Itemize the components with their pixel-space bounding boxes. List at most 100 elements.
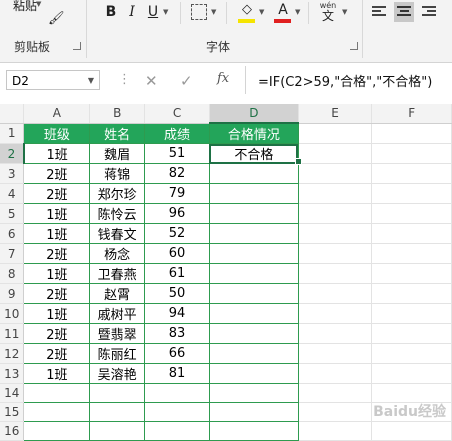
cell-b16[interactable] — [89, 421, 146, 441]
cell-f7[interactable] — [371, 243, 452, 264]
paste-dropdown-icon[interactable]: ▼ — [36, 0, 41, 8]
cell-a11[interactable]: 2班 — [23, 323, 91, 344]
cell-a7[interactable]: 2班 — [23, 243, 91, 264]
cell-a1[interactable]: 班级 — [23, 122, 91, 144]
cell-a14[interactable] — [23, 383, 91, 403]
cell-d10[interactable] — [208, 303, 299, 324]
cell-a12[interactable]: 2班 — [23, 343, 91, 364]
cell-c15[interactable] — [144, 402, 210, 422]
cell-e14[interactable] — [298, 383, 373, 403]
cell-c6[interactable]: 52 — [144, 223, 210, 244]
cell-c5[interactable]: 96 — [144, 203, 210, 224]
bold-button[interactable]: B — [104, 3, 118, 21]
cell-a6[interactable]: 1班 — [23, 223, 91, 244]
underline-dropdown-icon[interactable]: ▼ — [163, 8, 168, 16]
row-header[interactable]: 9 — [0, 283, 25, 304]
cell-f12[interactable] — [371, 343, 452, 364]
cell-f6[interactable] — [371, 223, 452, 244]
row-header[interactable]: 13 — [0, 363, 25, 384]
cell-c1[interactable]: 成绩 — [144, 122, 210, 144]
row-header[interactable]: 10 — [0, 303, 25, 324]
column-header-c[interactable]: C — [144, 104, 210, 124]
formula-input[interactable]: =IF(C2>59,"合格","不合格") — [258, 71, 432, 90]
row-header[interactable]: 2 — [0, 143, 25, 164]
row-header[interactable]: 16 — [0, 421, 25, 441]
chevron-down-icon[interactable]: ▼ — [88, 71, 94, 91]
spreadsheet-grid[interactable]: A B C D E F 1 班级 姓名 成绩 合格情况 2 1班 魏眉 51 不合格 3 2班 蒋锦 82 4 2班 郑尔珍… — [0, 104, 452, 441]
cell-d2[interactable]: 不合格 — [208, 143, 299, 164]
cell-a4[interactable]: 2班 — [23, 183, 91, 204]
cell-c2[interactable]: 51 — [144, 143, 210, 164]
cell-e7[interactable] — [298, 243, 373, 264]
row-header[interactable]: 14 — [0, 383, 25, 403]
row-header[interactable]: 12 — [0, 343, 25, 364]
cell-d12[interactable] — [208, 343, 299, 364]
cell-b9[interactable]: 赵霄 — [89, 283, 146, 304]
phonetic-button[interactable]: wén 文 — [318, 2, 338, 23]
fill-handle[interactable] — [295, 158, 302, 165]
cell-d14[interactable] — [208, 383, 299, 403]
cell-c7[interactable]: 60 — [144, 243, 210, 264]
cell-c13[interactable]: 81 — [144, 363, 210, 384]
font-launcher-icon[interactable] — [350, 42, 358, 50]
cell-f5[interactable] — [371, 203, 452, 224]
cell-a16[interactable] — [23, 421, 91, 441]
cell-a5[interactable]: 1班 — [23, 203, 91, 224]
row-header[interactable]: 1 — [0, 123, 25, 144]
row-header[interactable]: 11 — [0, 323, 25, 344]
cell-a10[interactable]: 1班 — [23, 303, 91, 324]
cell-e9[interactable] — [298, 283, 373, 304]
cell-f13[interactable] — [371, 363, 452, 384]
cell-b8[interactable]: 卫春燕 — [89, 263, 146, 284]
cell-f10[interactable] — [371, 303, 452, 324]
font-color-icon[interactable]: A — [275, 1, 291, 19]
cell-d16[interactable] — [208, 421, 299, 441]
cell-f8[interactable] — [371, 263, 452, 284]
cell-e6[interactable] — [298, 223, 373, 244]
cell-d7[interactable] — [208, 243, 299, 264]
cell-f14[interactable] — [371, 383, 452, 403]
cell-f4[interactable] — [371, 183, 452, 204]
cell-e11[interactable] — [298, 323, 373, 344]
cell-d11[interactable] — [208, 323, 299, 344]
column-header-b[interactable]: B — [89, 104, 146, 124]
cell-b7[interactable]: 杨念 — [89, 243, 146, 264]
name-box[interactable]: D2 ▼ — [6, 70, 100, 90]
format-painter-icon[interactable]: 🖌 — [48, 10, 65, 28]
cell-a15[interactable] — [23, 402, 91, 422]
row-header[interactable]: 5 — [0, 203, 25, 224]
cell-f9[interactable] — [371, 283, 452, 304]
cell-b5[interactable]: 陈怜云 — [89, 203, 146, 224]
cell-e5[interactable] — [298, 203, 373, 224]
row-header[interactable]: 15 — [0, 402, 25, 422]
cell-e12[interactable] — [298, 343, 373, 364]
cell-b6[interactable]: 钱春文 — [89, 223, 146, 244]
cancel-icon[interactable]: ✕ — [145, 72, 158, 90]
cell-a2[interactable]: 1班 — [23, 143, 91, 164]
cell-d6[interactable] — [208, 223, 299, 244]
cell-d13[interactable] — [208, 363, 299, 384]
clipboard-launcher-icon[interactable] — [73, 42, 81, 50]
align-left-icon[interactable] — [372, 4, 388, 20]
column-header-f[interactable]: F — [371, 104, 452, 124]
cell-d4[interactable] — [208, 183, 299, 204]
cell-c10[interactable]: 94 — [144, 303, 210, 324]
cell-f2[interactable] — [371, 143, 452, 164]
align-center-icon[interactable] — [394, 2, 414, 22]
column-header-a[interactable]: A — [23, 104, 91, 124]
cell-e13[interactable] — [298, 363, 373, 384]
cell-d8[interactable] — [208, 263, 299, 284]
cell-b2[interactable]: 魏眉 — [89, 143, 146, 164]
cell-d3[interactable] — [208, 163, 299, 184]
cell-f11[interactable] — [371, 323, 452, 344]
cell-b13[interactable]: 吴溶艳 — [89, 363, 146, 384]
cell-f16[interactable] — [371, 421, 452, 441]
column-header-e[interactable]: E — [298, 104, 373, 124]
cell-c16[interactable] — [144, 421, 210, 441]
column-header-d[interactable]: D — [209, 104, 299, 124]
cell-b10[interactable]: 戚树平 — [89, 303, 146, 324]
cell-c4[interactable]: 79 — [144, 183, 210, 204]
cell-e1[interactable] — [298, 123, 373, 144]
select-all-corner[interactable] — [0, 104, 25, 124]
phonetic-dropdown-icon[interactable]: ▼ — [342, 8, 347, 16]
